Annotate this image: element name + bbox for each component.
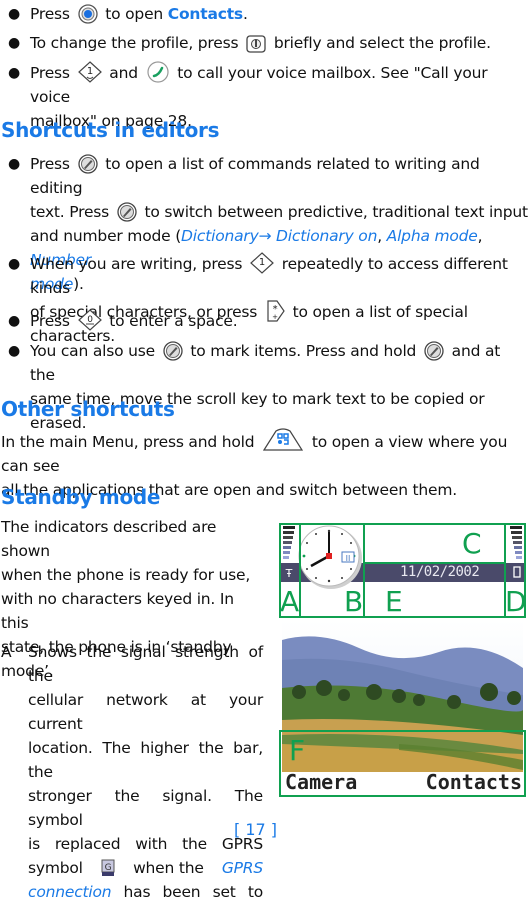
page-number: [ 17 ]: [234, 820, 278, 839]
key-1-icon: 1: [77, 61, 102, 83]
standby-date: 11/02/2002: [400, 564, 480, 580]
power-key-icon: [246, 35, 266, 53]
bullet-special-chars: ● When you are writing, press 1 repeated…: [8, 252, 528, 348]
key-0-icon: 0: [77, 309, 102, 331]
indicator-a-description: A Shows the signal strength of the cellu…: [1, 640, 263, 904]
gprs-link[interactable]: GPRS: [222, 856, 263, 880]
key-1-icon: 1: [250, 252, 274, 274]
indicator-label-f: F: [289, 734, 306, 767]
svg-text:G: G: [105, 863, 112, 873]
indicator-label-d: D: [505, 585, 527, 618]
heading-standby-mode: Standby mode: [1, 485, 161, 509]
softkey-right-contacts[interactable]: Contacts: [426, 770, 522, 794]
gprs-icon: G: [101, 859, 115, 876]
svg-text:1: 1: [86, 66, 92, 77]
navi-key-icon: [77, 4, 98, 24]
svg-text:1: 1: [259, 257, 265, 268]
indicator-label-c: C: [462, 527, 482, 560]
call-key-icon: [146, 61, 169, 83]
contacts-link[interactable]: Contacts: [168, 5, 243, 23]
softkey-left-camera[interactable]: Camera: [285, 770, 357, 794]
edit-key-icon: [163, 341, 183, 361]
bullet-open-contacts: ● Press to open Contacts.: [8, 2, 528, 26]
indicator-letter: A: [1, 643, 12, 661]
bullet-space: ● Press 0 to enter a space.: [8, 309, 528, 333]
svg-text:II: II: [346, 554, 351, 563]
antenna-icon: Ŧ: [285, 567, 293, 580]
heading-other-shortcuts: Other shortcuts: [1, 397, 175, 421]
phone-standby-screen: Ŧ II 11/02/2002 C A B E D F Camera Conta…: [279, 520, 527, 798]
edit-key-icon: [424, 341, 444, 361]
edit-key-icon: [77, 154, 98, 174]
phone-screen-graphic: Ŧ II: [279, 520, 526, 798]
bullet-dot: ●: [8, 6, 21, 22]
wallpaper-landscape: [282, 620, 523, 780]
indicator-label-e: E: [385, 585, 403, 618]
indicator-label-a: A: [280, 585, 300, 618]
gprs-connection-link[interactable]: connection: [28, 880, 112, 904]
heading-shortcuts-in-editors: Shortcuts in editors: [1, 118, 220, 142]
link-dictionary-on[interactable]: Dictionary→ Dictionary on: [181, 227, 377, 245]
edit-key-icon: [117, 202, 137, 222]
indicator-label-b: B: [344, 585, 364, 618]
link-alpha-mode[interactable]: Alpha mode: [387, 227, 478, 245]
bullet-change-profile: ● To change the profile, press briefly a…: [8, 34, 491, 53]
menu-key-icon: [263, 428, 304, 451]
